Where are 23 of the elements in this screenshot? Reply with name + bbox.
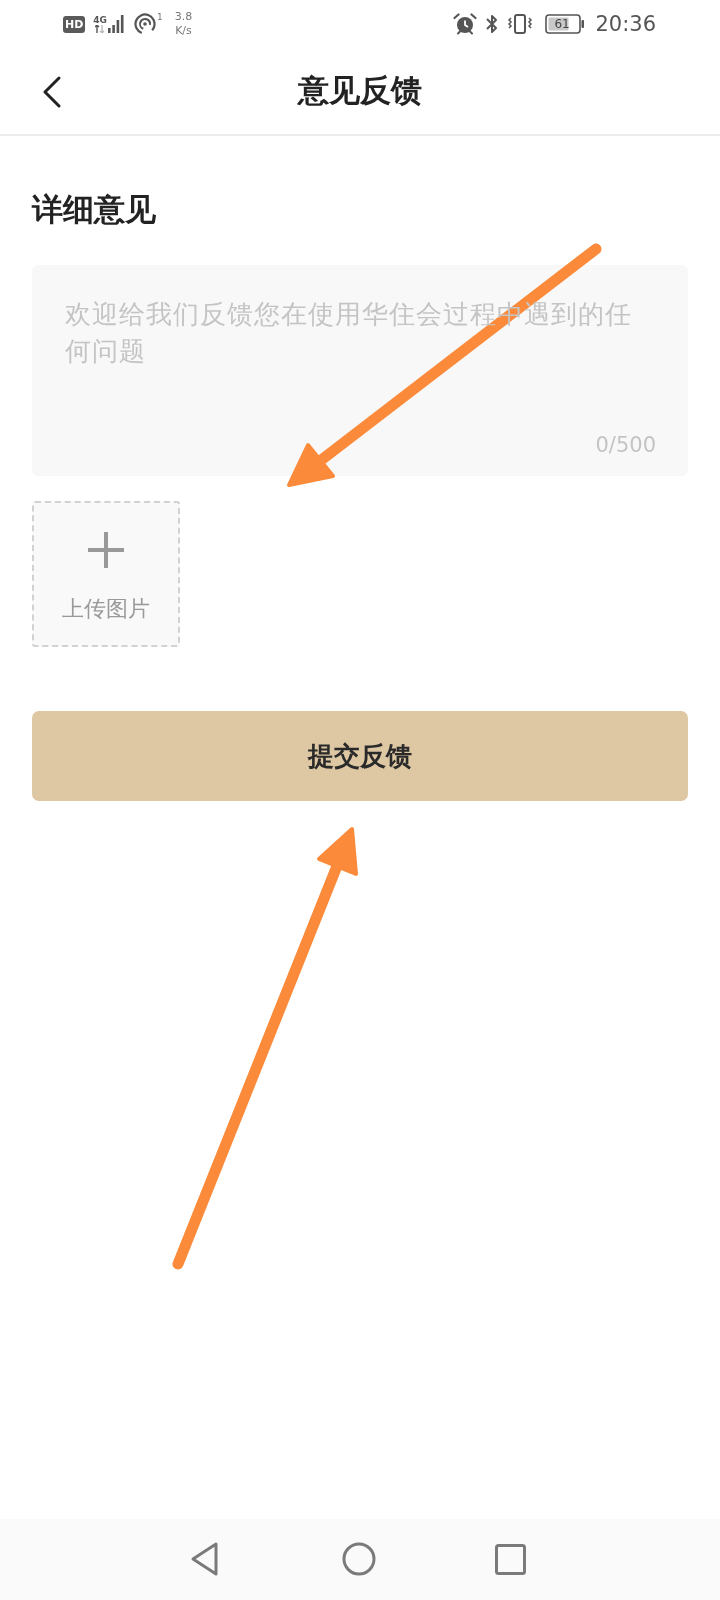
- bluetooth-icon: [485, 13, 500, 35]
- hotspot-count: 1: [157, 13, 163, 22]
- battery-level-text: 61: [554, 17, 570, 31]
- vibrate-icon: [507, 13, 534, 35]
- network-speed-unit: K/s: [175, 24, 192, 38]
- upload-image-label: 上传图片: [62, 595, 150, 623]
- back-chevron-icon: [42, 76, 62, 108]
- page-title: 意见反馈: [298, 72, 422, 110]
- nav-back-icon[interactable]: [190, 1542, 220, 1576]
- section-heading: 详细意见: [32, 191, 156, 229]
- nav-home-icon[interactable]: [342, 1542, 376, 1576]
- clock-time: 20:36: [595, 13, 656, 35]
- data-arrows-icon: [95, 25, 106, 33]
- network-type: 4G: [93, 16, 107, 25]
- hotspot-icon: [134, 13, 156, 35]
- battery-icon: [545, 14, 586, 34]
- submit-feedback-button[interactable]: 提交反馈: [32, 711, 688, 801]
- signal-bars-icon: [108, 15, 124, 33]
- plus-icon: [88, 532, 124, 568]
- nav-recents-icon[interactable]: [495, 1544, 526, 1575]
- hd-badge: HD: [63, 15, 86, 33]
- alarm-clock-icon: [453, 13, 478, 35]
- network-speed-value: 3.8: [174, 10, 193, 24]
